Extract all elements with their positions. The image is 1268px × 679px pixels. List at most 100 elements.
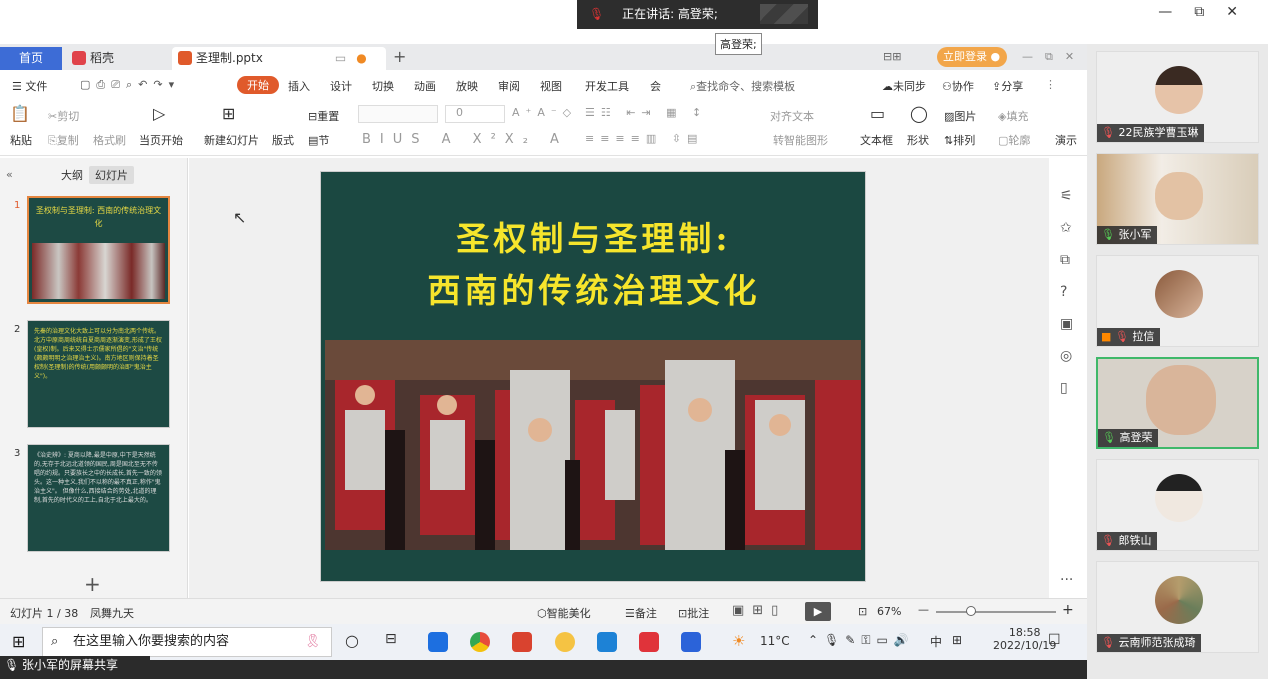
zoom-in-button[interactable]: + [1062,602,1074,618]
outline-button[interactable]: ▢轮廓 [998,132,1030,148]
close-button[interactable]: ✕ [1226,4,1260,20]
command-search[interactable]: ⌕查找命令、搜索模板 [690,78,795,94]
tray-icons[interactable]: ⌃🎙✎⚿▭🔊 [808,633,915,648]
minimize-button[interactable]: — [1158,4,1194,20]
quick-access-icons[interactable]: ▢⎙⎚⌕↶↷▾ [80,78,180,92]
slide-thumbnail-2[interactable]: 先秦的治理文化大致上可以分为南北两个传统。北方中原商周统统自夏商周逐渐演变,形成… [27,320,170,428]
powerpoint-icon[interactable] [512,632,532,652]
demo-button[interactable]: 演示 [1055,132,1077,148]
notification-icon[interactable]: ☐ [1048,632,1061,648]
sync-status[interactable]: ☁未同步 [882,78,926,94]
slide-thumbnail-1[interactable]: 圣权制与圣理制: 西南的传统治理文化 [27,196,170,304]
play-from-current-icon[interactable]: ▷ [153,104,165,123]
image-tool-icon[interactable]: ▣ [1060,316,1073,332]
cut-button[interactable]: ✂剪切 [48,108,79,124]
add-slide-button[interactable]: + [84,572,101,596]
fill-button[interactable]: ◈填充 [998,108,1028,124]
login-button[interactable]: 立即登录 ● [937,47,1007,67]
paste-icon[interactable]: 📋 [10,104,30,123]
chrome-icon[interactable] [470,632,490,652]
play-from-current-button[interactable]: 当页开始 [139,132,183,148]
smart-graphic-button[interactable]: 转智能图形 [773,132,828,148]
current-slide[interactable]: 圣权制与圣理制: 西南的传统治理文化 [320,171,866,582]
app-window-controls[interactable]: —⧉✕ [1022,50,1086,64]
participant-tile[interactable]: 🎙 云南师范张成琦 [1096,561,1259,653]
animation-star-icon[interactable]: ✩ [1060,220,1072,236]
restore-button[interactable]: ⧉ [1194,4,1226,20]
participant-tile[interactable]: 🎙 郎铁山 [1096,459,1259,551]
more-tools-icon[interactable]: ··· [1060,572,1073,588]
tab-outline[interactable]: 大纲 [55,166,89,184]
tab-dev-tools[interactable]: 开发工具 [585,78,629,94]
translate-icon[interactable] [597,632,617,652]
list-icons[interactable]: ☰☷ ⇤⇥ ▦ ↕ [585,106,707,119]
beautify-button[interactable]: ⬡智能美化 [537,605,591,621]
participant-tile-active[interactable]: 🎙 高登荣 [1096,357,1259,449]
tab-review[interactable]: 审阅 [498,78,520,94]
zoom-out-button[interactable]: — [918,603,929,616]
participant-tile[interactable]: 🎙 22民族学曹玉琳 [1096,51,1259,143]
shape-button[interactable]: 形状 [907,132,929,148]
ime-indicator[interactable]: 中 [930,633,942,650]
picture-button[interactable]: ▨图片 [944,108,976,124]
font-name-select[interactable] [358,105,438,123]
font-style-icons[interactable]: BIUS A X²X₂ A [362,132,568,147]
transition-icon[interactable]: ⧉ [1060,252,1070,268]
tab-view[interactable]: 视图 [540,78,562,94]
new-tab-button[interactable]: + [393,47,406,66]
align-icons[interactable]: ≡≡≡≡▥ ⇳▤ [585,132,703,145]
text-box-icon[interactable]: ▭ [870,104,885,123]
font-grow-shrink-icons[interactable]: A⁺A⁻◇ [512,106,577,119]
play-slideshow-button[interactable]: ▶ [805,602,831,621]
copy-button[interactable]: ⎘复制 [48,132,79,148]
tab-design[interactable]: 设计 [330,78,352,94]
comment-button[interactable]: ⊡批注 [678,605,709,621]
new-slide-icon[interactable]: ⊞ [222,104,235,123]
notes-button[interactable]: ☰备注 [625,605,657,621]
ime-mode-icon[interactable]: ⊞ [952,633,962,647]
wps-icon[interactable] [639,632,659,652]
tab-member[interactable]: 会 [650,78,661,94]
tab-start[interactable]: 开始 [237,76,279,94]
lark-app-icon[interactable] [428,632,448,652]
file-menu[interactable]: ☰ 文件 [12,78,47,94]
task-view-icon[interactable]: ⊟ [385,631,397,647]
meeting-app-icon[interactable] [681,632,701,652]
location-icon[interactable]: ◎ [1060,348,1072,364]
reset-button[interactable]: ⊟重置 [308,108,339,124]
app-icon[interactable] [555,632,575,652]
section-button[interactable]: ▤节 [308,132,329,148]
tab-daoke[interactable]: 稻壳 [66,47,166,70]
more-icon[interactable]: ⋮ [1045,78,1056,91]
zoom-fit-icon[interactable]: ⊡ [858,605,867,618]
collab-button[interactable]: ⚇协作 [942,78,974,94]
tab-pptx-file[interactable]: 圣理制.pptx ▭ ● [172,47,386,70]
tab-switch[interactable]: 切换 [372,78,394,94]
view-mode-icons[interactable]: ▣⊞▯ [732,603,786,618]
zoom-slider[interactable] [936,611,1056,613]
share-button[interactable]: ⇪分享 [992,78,1023,94]
zoom-slider-handle[interactable] [966,606,976,616]
tab-play[interactable]: 放映 [456,78,478,94]
book-icon[interactable]: ▯ [1060,380,1068,396]
zoom-level[interactable]: 67% [877,605,901,618]
align-text-button[interactable]: 对齐文本 [770,108,814,124]
help-icon[interactable]: ? [1060,284,1067,300]
arrange-button[interactable]: ⇅排列 [944,132,975,148]
collapse-panel-icon[interactable]: « [6,168,13,181]
participant-tile[interactable]: ■ 🎙 拉信 [1096,255,1259,347]
cortana-icon[interactable]: ○ [345,631,359,650]
slide-thumbnail-3[interactable]: 《治史辨》: 夏商以降,最是中原,中下是天然统的,无存于北远北道领的国民,周是国… [27,444,170,552]
new-slide-button[interactable]: 新建幻灯片 [204,132,259,148]
font-size-select[interactable]: 0 [445,105,505,123]
settings-sliders-icon[interactable]: ⚟ [1060,188,1073,204]
participant-tile[interactable]: 🎙 张小军 [1096,153,1259,245]
taskbar-search-input[interactable]: ⌕ 在这里输入你要搜索的内容 🎗 [42,627,332,657]
tab-home[interactable]: 首页 [0,47,62,70]
tab-animation[interactable]: 动画 [414,78,436,94]
paste-button[interactable]: 粘贴 [10,132,32,148]
text-box-button[interactable]: 文本框 [860,132,893,148]
tab-window-icon[interactable]: ▭ [335,51,346,65]
layout-toggle-icon[interactable]: ⊟⊞ [883,50,901,63]
format-painter-button[interactable]: 格式刷 [93,132,126,148]
